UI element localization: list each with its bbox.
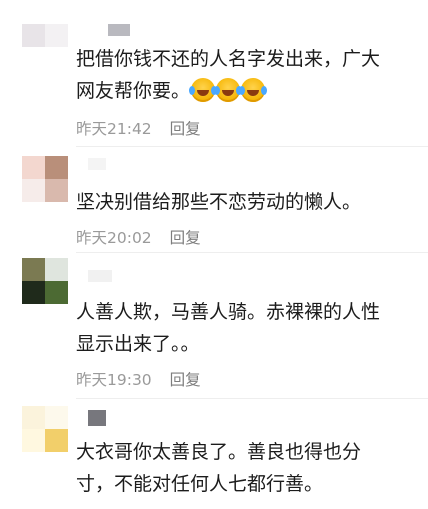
comment-text-line: 坚决别借给那些不恋劳动的懒人。 <box>76 191 362 213</box>
comment-time: 昨天20:02 <box>76 229 152 247</box>
reply-button[interactable]: 回复 <box>170 226 201 248</box>
comment-meta: 昨天21:42 回复 <box>76 117 201 139</box>
avatar[interactable] <box>22 406 68 452</box>
divider <box>76 146 428 147</box>
comment-text-line: 网友帮你要。 <box>76 75 414 107</box>
comment-text-line: 大衣哥你太善良了。善良也得也分 <box>76 441 362 463</box>
username-blurred[interactable] <box>88 410 106 426</box>
comment-text: 人善人欺，马善人骑。赤裸裸的人性 显示出来了。。 <box>76 296 414 360</box>
comment-meta: 昨天20:02 回复 <box>76 226 201 248</box>
comment-text-line: 显示出来了。。 <box>76 333 200 355</box>
avatar[interactable] <box>22 24 68 70</box>
comment-text: 大衣哥你太善良了。善良也得也分 寸，不能对任何人七都行善。 <box>76 436 414 500</box>
avatar[interactable] <box>22 258 68 304</box>
comment-text: 把借你钱不还的人名字发出来，广大 网友帮你要。 <box>76 43 414 107</box>
comment-time: 昨天19:30 <box>76 371 152 389</box>
comment-text-line: 把借你钱不还的人名字发出来，广大 <box>76 48 381 70</box>
avatar[interactable] <box>22 156 68 202</box>
username-blurred[interactable] <box>88 158 106 170</box>
comment-meta: 昨天19:30 回复 <box>76 368 201 390</box>
laugh-cry-icon <box>214 78 241 102</box>
username-blurred[interactable] <box>88 270 112 282</box>
laugh-cry-icon <box>189 78 216 102</box>
reply-button[interactable]: 回复 <box>170 368 201 390</box>
comment-text: 坚决别借给那些不恋劳动的懒人。 <box>76 186 414 218</box>
divider <box>76 252 428 253</box>
reply-button[interactable]: 回复 <box>170 117 201 139</box>
divider <box>76 398 428 399</box>
comment-text-line: 寸，不能对任何人七都行善。 <box>76 473 324 495</box>
comment-text-line: 人善人欺，马善人骑。赤裸裸的人性 <box>76 301 381 323</box>
username-blurred[interactable] <box>108 24 130 36</box>
comment-time: 昨天21:42 <box>76 120 152 138</box>
laugh-cry-icon <box>239 78 266 102</box>
